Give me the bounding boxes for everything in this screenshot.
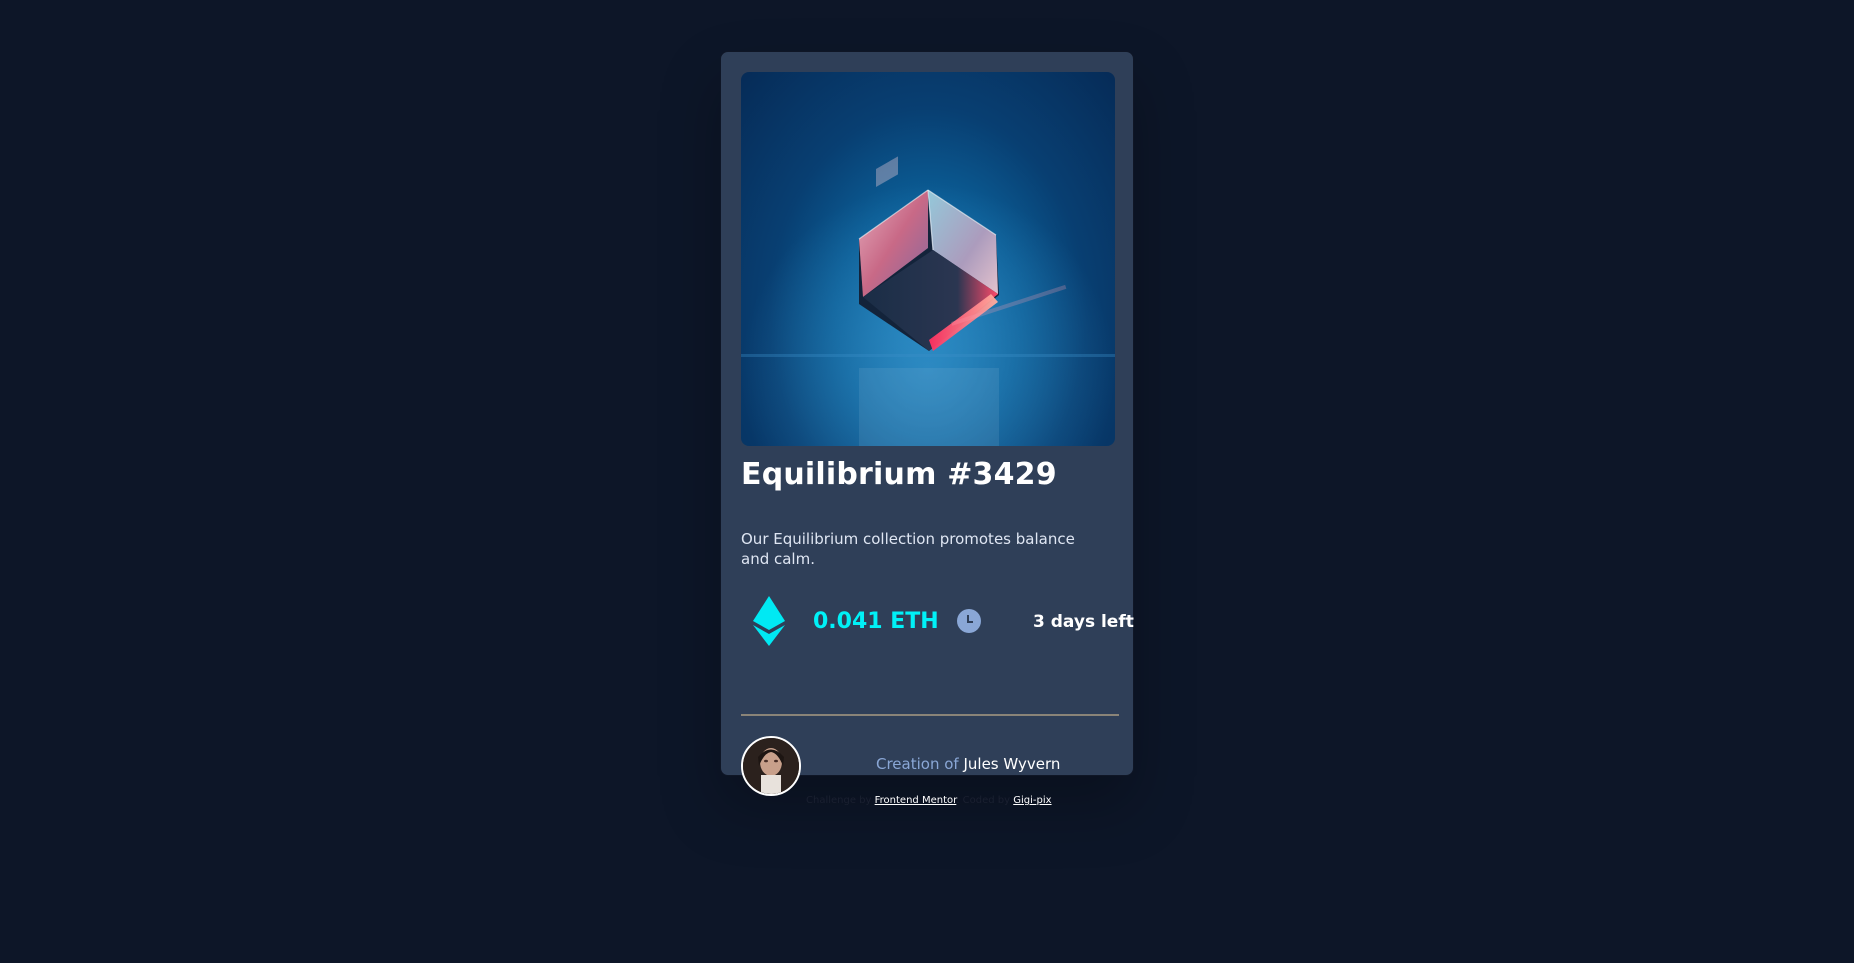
nft-title[interactable]: Equilibrium #3429 [741, 457, 1057, 492]
creator-prefix: Creation of [876, 755, 959, 773]
attribution-separator: . Coded by [956, 795, 1011, 806]
attribution: Challenge by Frontend Mentor. Coded by G… [806, 795, 1052, 806]
nft-description: Our Equilibrium collection promotes bala… [741, 530, 1075, 568]
equilibrium-image[interactable] [741, 72, 1115, 446]
creator-name[interactable]: Jules Wyvern [963, 755, 1060, 773]
creator-line: Creation of Jules Wyvern [876, 755, 1060, 773]
price-value: 0.041 ETH [813, 609, 939, 634]
attribution-prefix: Challenge by [806, 795, 872, 806]
divider [741, 714, 1119, 716]
frontend-mentor-link[interactable]: Frontend Mentor [875, 795, 957, 806]
nft-stats: 0.041 ETH 3 days left [741, 592, 1134, 652]
ethereum-icon [753, 596, 785, 646]
creator-avatar [741, 736, 801, 796]
cube-illustration [741, 72, 1115, 446]
time-left: 3 days left [1033, 612, 1134, 632]
nft-card: Equilibrium #3429 Our Equilibrium collec… [720, 51, 1134, 806]
clock-icon [957, 609, 981, 633]
avatar-image [743, 738, 799, 794]
author-link[interactable]: Gigi-pix [1013, 795, 1051, 806]
